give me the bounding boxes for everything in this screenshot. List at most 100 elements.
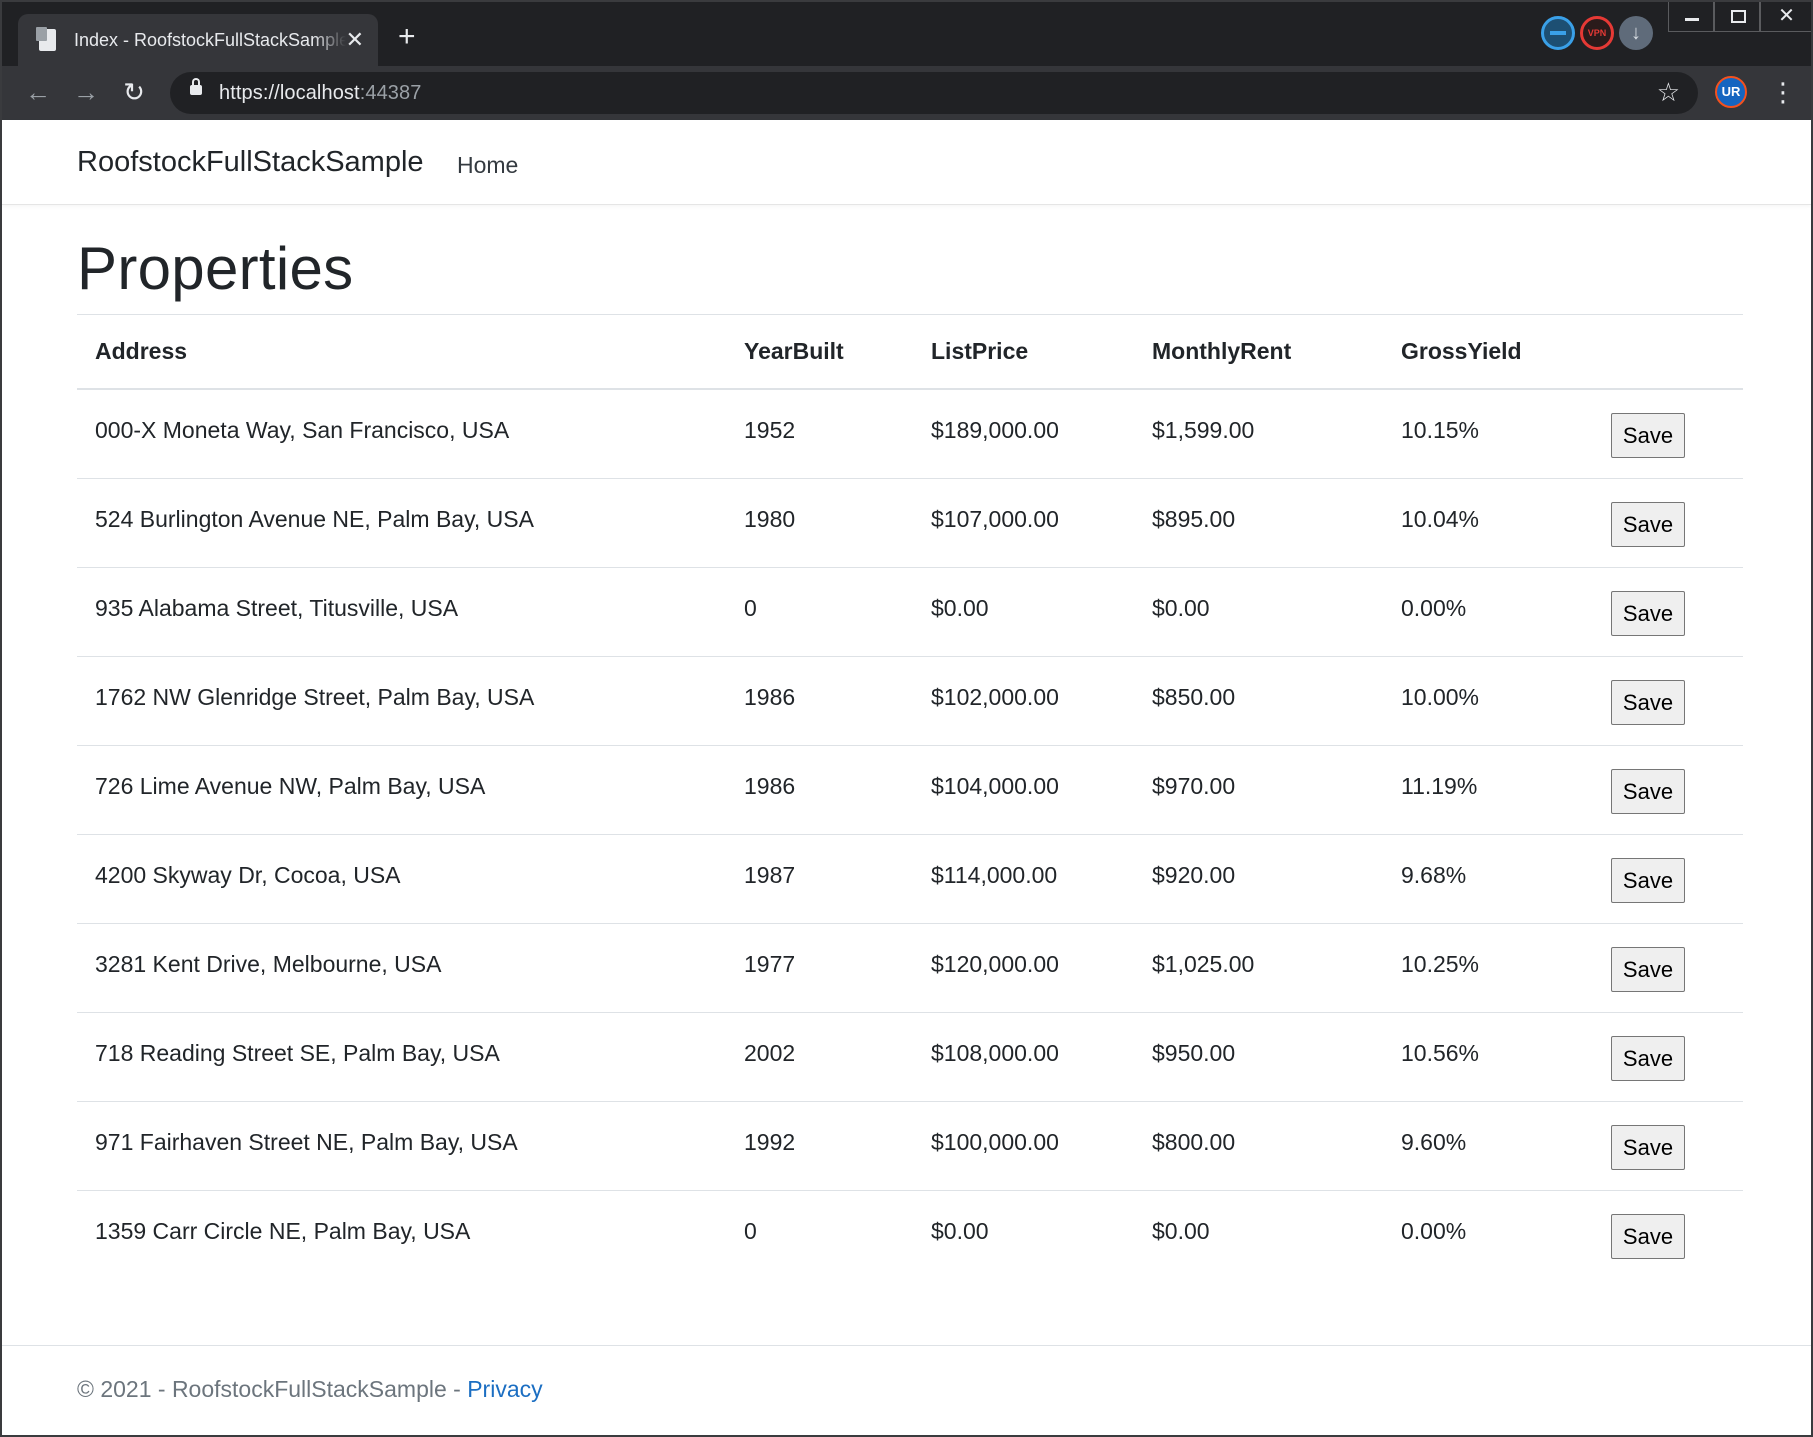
extension-globe-icon[interactable] (1541, 16, 1575, 50)
save-button[interactable]: Save (1611, 858, 1685, 903)
table-row: 1359 Carr Circle NE, Palm Bay, USA 0 $0.00… (77, 1191, 1743, 1280)
yearbuilt-cell: 1992 (726, 1101, 913, 1191)
save-button[interactable]: Save (1611, 1125, 1685, 1170)
address-cell: 718 Reading Street SE, Palm Bay, USA (77, 1012, 726, 1102)
table-row: 726 Lime Avenue NW, Palm Bay, USA 1986 $10… (77, 745, 1743, 835)
extension-vpn-icon[interactable]: VPN (1580, 16, 1614, 50)
listprice-cell: $102,000.00 (913, 656, 1134, 746)
page-favicon-icon (36, 27, 58, 53)
save-button[interactable]: Save (1611, 1036, 1685, 1081)
window-maximize-button[interactable] (1714, 2, 1760, 32)
actions-cell: Save (1593, 745, 1743, 835)
listprice-cell: $100,000.00 (913, 1101, 1134, 1191)
listprice-cell: $104,000.00 (913, 745, 1134, 835)
monthlyrent-cell: $1,599.00 (1134, 389, 1383, 479)
site-footer: © 2021 - RoofstockFullStackSample - Priv… (2, 1345, 1811, 1435)
address-bar[interactable]: https://localhost:44387 ☆ (170, 72, 1698, 114)
listprice-cell: $0.00 (913, 567, 1134, 657)
column-header-grossyield: GrossYield (1383, 314, 1593, 390)
window-close-button[interactable]: ✕ (1760, 2, 1811, 32)
grossyield-cell: 9.68% (1383, 834, 1593, 924)
address-cell: 524 Burlington Avenue NE, Palm Bay, USA (77, 478, 726, 568)
save-button[interactable]: Save (1611, 680, 1685, 725)
url-text[interactable]: https://localhost:44387 (219, 82, 421, 105)
actions-cell: Save (1593, 1012, 1743, 1102)
address-cell: 726 Lime Avenue NW, Palm Bay, USA (77, 745, 726, 835)
address-cell: 971 Fairhaven Street NE, Palm Bay, USA (77, 1101, 726, 1191)
address-cell: 3281 Kent Drive, Melbourne, USA (77, 923, 726, 1013)
back-arrow-icon[interactable]: ← (20, 74, 56, 110)
site-brand-link[interactable]: RoofstockFullStackSample (77, 146, 424, 179)
forward-arrow-icon[interactable]: → (68, 74, 104, 110)
window-close-icon: ✕ (1778, 5, 1795, 27)
column-header-actions (1593, 314, 1743, 390)
table-header-row: Address YearBuilt ListPrice MonthlyRent … (77, 314, 1743, 390)
reload-icon[interactable]: ↻ (116, 74, 152, 110)
profile-avatar[interactable]: UR (1715, 76, 1747, 108)
page-viewport: RoofstockFullStackSample Home Properties… (2, 120, 1811, 1435)
table-row: 4200 Skyway Dr, Cocoa, USA 1987 $114,000.0… (77, 834, 1743, 924)
save-button[interactable]: Save (1611, 947, 1685, 992)
save-button[interactable]: Save (1611, 1214, 1685, 1259)
browser-tab[interactable]: Index - RoofstockFullStackSample ✕ (18, 14, 378, 66)
yearbuilt-cell: 1980 (726, 478, 913, 568)
table-row: 1762 NW Glenridge Street, Palm Bay, USA 1… (77, 656, 1743, 746)
address-cell: 935 Alabama Street, Titusville, USA (77, 567, 726, 657)
monthlyrent-cell: $920.00 (1134, 834, 1383, 924)
table-row: 3281 Kent Drive, Melbourne, USA 1977 $120,… (77, 923, 1743, 1013)
new-tab-button[interactable]: + (398, 22, 416, 52)
site-navbar: RoofstockFullStackSample Home (2, 120, 1811, 205)
table-body: 000-X Moneta Way, San Francisco, USA 1952… (77, 389, 1743, 1279)
browser-window: Index - RoofstockFullStackSample ✕ + VPN… (0, 0, 1813, 1437)
listprice-cell: $114,000.00 (913, 834, 1134, 924)
monthlyrent-cell: $950.00 (1134, 1012, 1383, 1102)
actions-cell: Save (1593, 923, 1743, 1013)
table-row: 718 Reading Street SE, Palm Bay, USA 2002… (77, 1012, 1743, 1102)
tab-title: Index - RoofstockFullStackSample (73, 29, 346, 50)
grossyield-cell: 10.00% (1383, 656, 1593, 746)
footer-text: © 2021 - RoofstockFullStackSample - Priv… (77, 1376, 543, 1403)
listprice-cell: $108,000.00 (913, 1012, 1134, 1102)
column-header-monthlyrent: MonthlyRent (1134, 314, 1383, 390)
actions-cell: Save (1593, 1191, 1743, 1280)
yearbuilt-cell: 1986 (726, 745, 913, 835)
grossyield-cell: 10.25% (1383, 923, 1593, 1013)
browser-toolbar: ← → ↻ https://localhost:44387 ☆ UR ⋮ (2, 66, 1811, 120)
grossyield-cell: 10.15% (1383, 389, 1593, 479)
monthlyrent-cell: $850.00 (1134, 656, 1383, 746)
nav-link-home[interactable]: Home (457, 152, 518, 179)
column-header-yearbuilt: YearBuilt (726, 314, 913, 390)
browser-menu-icon[interactable]: ⋮ (1770, 76, 1796, 108)
listprice-cell: $189,000.00 (913, 389, 1134, 479)
actions-cell: Save (1593, 478, 1743, 568)
column-header-address: Address (77, 314, 726, 390)
table-row: 971 Fairhaven Street NE, Palm Bay, USA 19… (77, 1101, 1743, 1191)
listprice-cell: $120,000.00 (913, 923, 1134, 1013)
grossyield-cell: 11.19% (1383, 745, 1593, 835)
actions-cell: Save (1593, 1101, 1743, 1191)
yearbuilt-cell: 1977 (726, 923, 913, 1013)
actions-cell: Save (1593, 834, 1743, 924)
yearbuilt-cell: 2002 (726, 1012, 913, 1102)
address-cell: 1762 NW Glenridge Street, Palm Bay, USA (77, 656, 726, 746)
monthlyrent-cell: $895.00 (1134, 478, 1383, 568)
monthlyrent-cell: $0.00 (1152, 1218, 1210, 1244)
listprice-cell: $107,000.00 (913, 478, 1134, 568)
address-cell: 1359 Carr Circle NE, Palm Bay, USA (95, 1218, 471, 1244)
save-button[interactable]: Save (1611, 591, 1685, 636)
grossyield-cell: 0.00% (1401, 1218, 1467, 1244)
extension-download-icon[interactable]: ↓ (1619, 16, 1653, 50)
tab-close-icon[interactable]: ✕ (346, 29, 364, 51)
table-row: 935 Alabama Street, Titusville, USA 0 $0.0… (77, 567, 1743, 657)
lock-icon[interactable] (190, 78, 202, 95)
window-minimize-button[interactable] (1668, 2, 1714, 32)
yearbuilt-cell: 1986 (726, 656, 913, 746)
actions-cell: Save (1593, 389, 1743, 479)
privacy-link[interactable]: Privacy (467, 1376, 542, 1402)
properties-table: Address YearBuilt ListPrice MonthlyRent … (77, 314, 1743, 1279)
save-button[interactable]: Save (1611, 769, 1685, 814)
save-button[interactable]: Save (1611, 413, 1685, 458)
bookmark-star-icon[interactable]: ☆ (1657, 77, 1680, 108)
save-button[interactable]: Save (1611, 502, 1685, 547)
yearbuilt-cell: 0 (726, 567, 913, 657)
